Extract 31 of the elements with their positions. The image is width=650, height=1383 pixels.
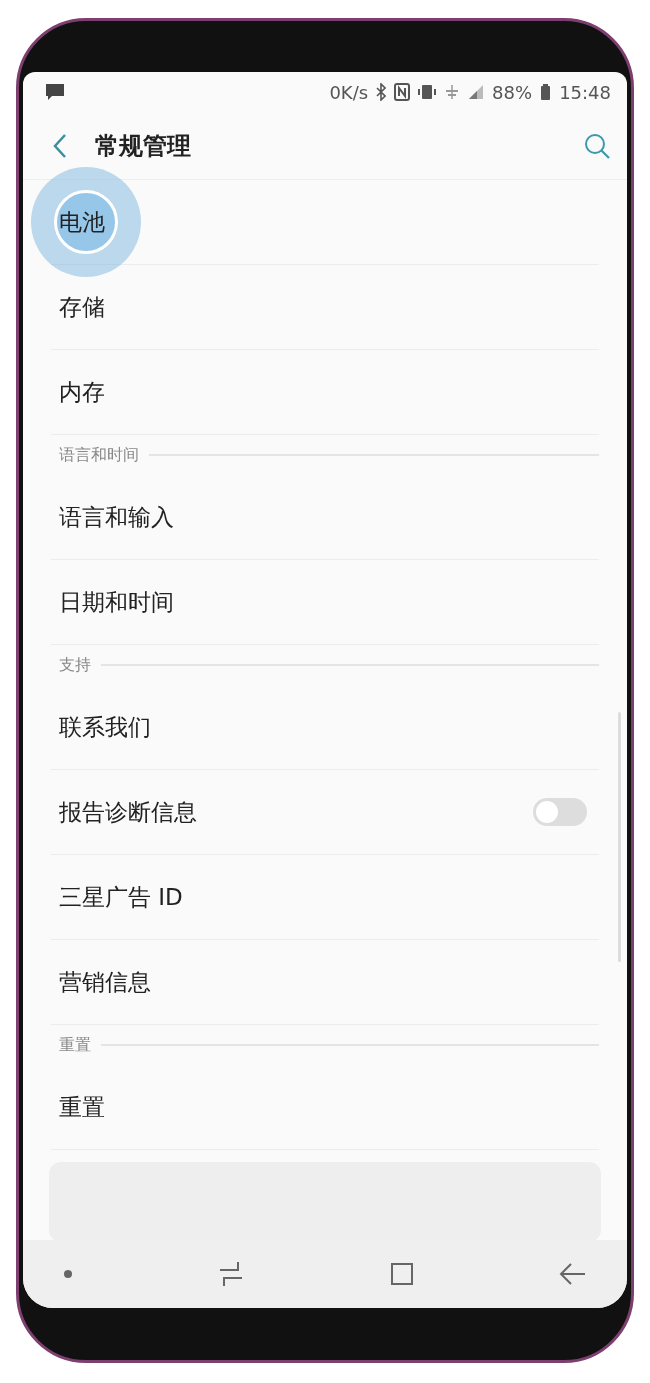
vibrate-icon: [418, 83, 437, 101]
recent-apps-icon[interactable]: [217, 1261, 245, 1287]
search-icon[interactable]: [583, 131, 611, 160]
bluetooth-icon: [376, 83, 387, 101]
time-text: 15:48: [559, 80, 611, 105]
section-header: 支持: [59, 654, 91, 676]
setting-label: 报告诊断信息: [59, 797, 197, 827]
settings-item[interactable]: 语言和输入: [51, 475, 599, 560]
speed-text: 0K/s: [329, 80, 369, 105]
settings-item[interactable]: 营销信息: [51, 940, 599, 1025]
signal-icon: [468, 84, 485, 100]
toggle-switch[interactable]: [533, 798, 587, 826]
back-icon[interactable]: [53, 132, 67, 159]
settings-item[interactable]: 存储: [51, 265, 599, 350]
network-icon: [444, 83, 461, 101]
settings-item[interactable]: 联系我们: [51, 685, 599, 770]
settings-item[interactable]: 电池: [51, 180, 599, 265]
battery-icon: [540, 83, 552, 101]
battery-text: 88%: [492, 80, 533, 105]
settings-item[interactable]: 日期和时间: [51, 560, 599, 645]
settings-item[interactable]: 重置: [51, 1065, 599, 1150]
dot-icon[interactable]: [63, 1269, 73, 1279]
settings-item[interactable]: 内存: [51, 350, 599, 435]
section-header: 重置: [59, 1034, 91, 1056]
section-header: 语言和时间: [59, 444, 139, 466]
settings-item[interactable]: 三星广告 ID: [51, 855, 599, 940]
message-icon: [45, 83, 65, 101]
back-arrow-icon[interactable]: [559, 1261, 587, 1287]
home-icon[interactable]: [389, 1261, 415, 1287]
screen-title: 常规管理: [95, 130, 191, 162]
nfc-icon: [394, 83, 411, 101]
